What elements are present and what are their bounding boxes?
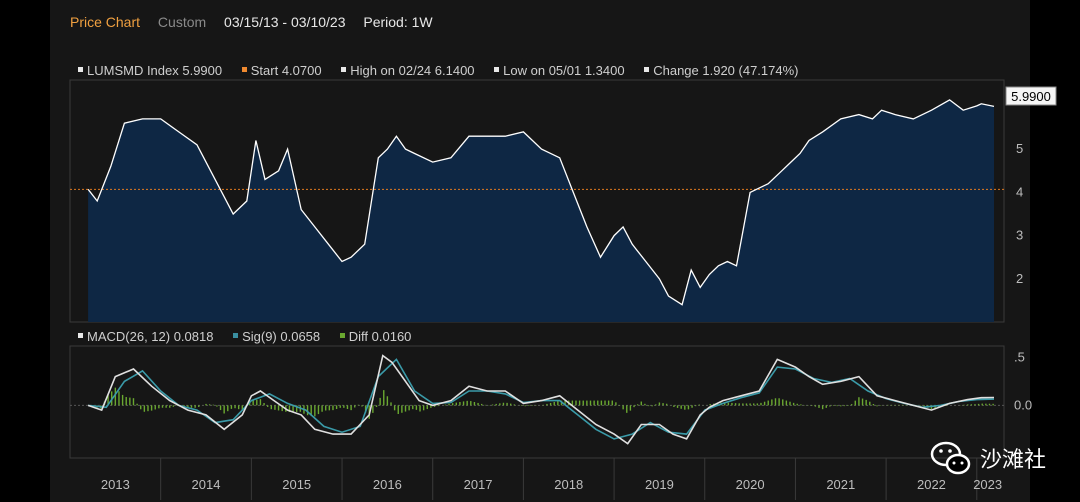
chart-svg: 2345 .50.0 2013 2014 2015 2016 2017 2018 2019 2…	[69, 79, 1057, 500]
wechat-icon	[930, 441, 971, 475]
x-tick-label: 2021	[826, 477, 855, 492]
x-tick-label: 2023	[973, 477, 1002, 492]
x-tick-label: 2022	[917, 477, 946, 492]
x-tick-label: 2016	[373, 477, 402, 492]
last-price-tag-group: 5.9900	[1005, 86, 1057, 106]
x-tick-label: 2015	[282, 477, 311, 492]
x-tick-label: 2018	[554, 477, 583, 492]
price-ytick-label: 3	[1016, 228, 1023, 243]
macd-ytick-label: 0.0	[1014, 397, 1032, 412]
macd-line	[87, 354, 995, 445]
macd-plot	[87, 354, 995, 445]
price-ytick-label: 4	[1016, 184, 1023, 199]
x-tick-label: 2014	[192, 477, 221, 492]
price-ytick-label: 2	[1016, 271, 1023, 286]
last-price-tag-label: 5.9900	[1011, 89, 1051, 104]
signal-line	[88, 358, 995, 440]
watermark-text: 沙滩社	[980, 447, 1047, 472]
x-tick-label: 2019	[645, 477, 674, 492]
price-area	[70, 99, 1004, 323]
price-ytick-label: 5	[1016, 141, 1023, 156]
macd-grid: .5 0.0	[69, 345, 1032, 459]
x-axis: 2013 2014 2015 2016 2017 2018 2019 2020 2021 2022…	[70, 457, 1004, 500]
price-area-fill	[88, 99, 995, 323]
macd-ytick-label: .5	[1014, 349, 1025, 364]
watermark: 沙滩社	[930, 440, 1046, 476]
x-tick-label: 2020	[736, 477, 765, 492]
x-tick-label: 2013	[101, 477, 130, 492]
x-tick-label: 2017	[464, 477, 493, 492]
